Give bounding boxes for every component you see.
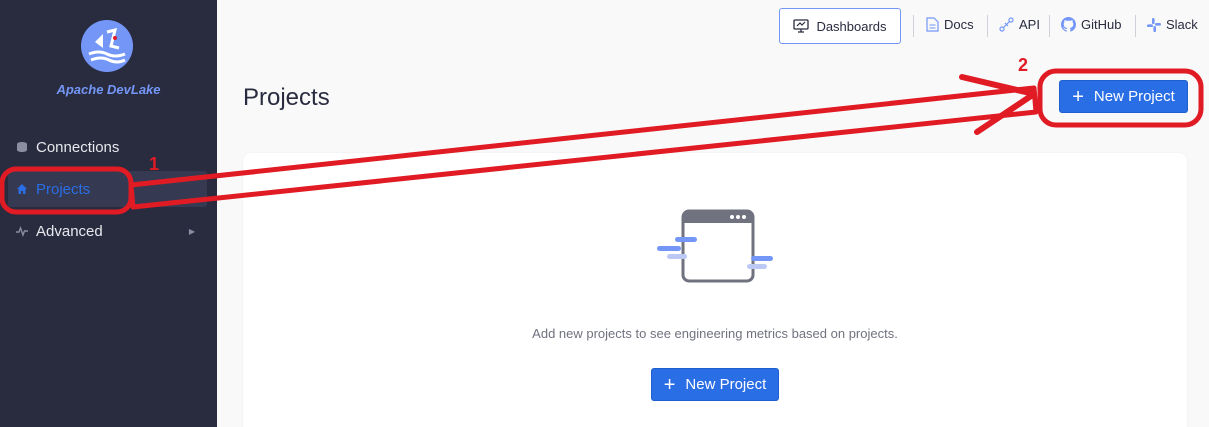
slack-icon [1147, 17, 1161, 32]
header-divider [987, 15, 988, 37]
empty-new-project-label: New Project [685, 376, 767, 393]
document-icon [926, 17, 939, 32]
github-label: GitHub [1081, 17, 1122, 32]
sidebar-item-connections[interactable]: Connections [8, 129, 207, 165]
home-icon [16, 183, 28, 195]
sidebar: Apache DevLake Connections Projects Adva… [0, 0, 217, 427]
slack-link[interactable]: Slack [1147, 17, 1198, 32]
header-divider [1049, 15, 1050, 37]
dashboards-button[interactable]: Dashboards [779, 8, 901, 44]
dashboards-label: Dashboards [816, 18, 887, 34]
empty-new-project-button[interactable]: + New Project [651, 368, 779, 401]
docs-label: Docs [944, 17, 974, 32]
github-icon [1061, 17, 1076, 32]
github-link[interactable]: GitHub [1061, 17, 1121, 32]
new-project-button[interactable]: + New Project [1059, 80, 1188, 113]
devlake-logo[interactable] [81, 20, 133, 72]
docs-link[interactable]: Docs [926, 17, 974, 32]
annotation-step-1: 1 [149, 154, 160, 174]
pulse-icon [16, 225, 28, 237]
api-icon [999, 17, 1014, 32]
sidebar-item-advanced[interactable]: Advanced ▶ [8, 213, 207, 249]
api-link[interactable]: API [999, 17, 1040, 32]
header-divider [913, 15, 914, 37]
dashboard-icon [793, 19, 810, 33]
sidebar-item-projects[interactable]: Projects [8, 171, 207, 207]
caret-right-icon: ▶ [188, 226, 195, 236]
page-title: Projects [243, 84, 330, 111]
sidebar-item-label: Connections [36, 138, 120, 156]
empty-state-message: Add new projects to see engineering metr… [532, 326, 898, 341]
sidebar-item-label: Projects [36, 180, 91, 198]
database-icon [16, 141, 28, 153]
slack-label: Slack [1166, 17, 1198, 32]
header-divider [1135, 15, 1136, 37]
plus-icon: + [663, 373, 676, 396]
sidebar-item-label: Advanced [36, 222, 103, 240]
api-label: API [1019, 17, 1040, 32]
plus-icon: + [1072, 85, 1084, 108]
brand-name: Apache DevLake [56, 82, 161, 97]
annotation-step-2: 2 [1018, 55, 1029, 75]
new-project-label: New Project [1093, 88, 1175, 105]
